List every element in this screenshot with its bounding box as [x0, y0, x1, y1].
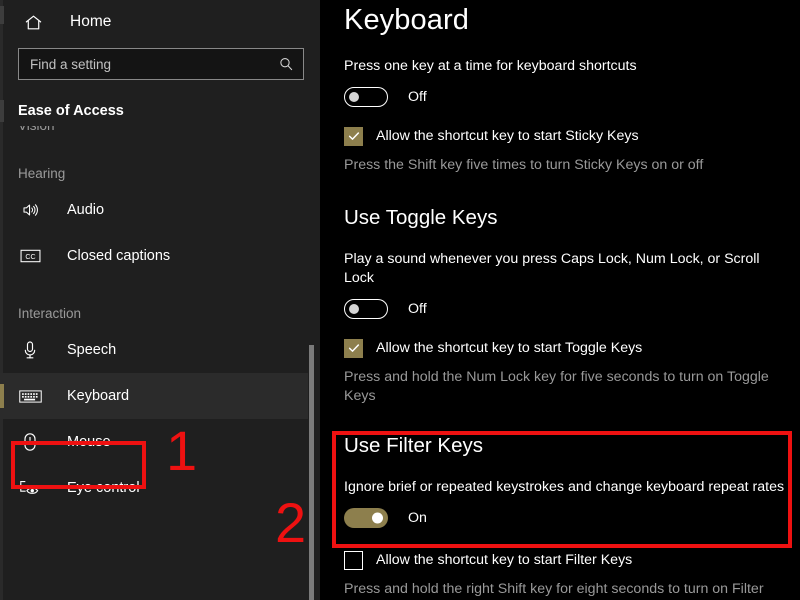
toggle-keys-toggle-row[interactable]: Off [344, 296, 792, 322]
sticky-keys-shortcut-label: Allow the shortcut key to start Sticky K… [376, 128, 639, 144]
sticky-keys-toggle[interactable] [344, 87, 388, 107]
toggle-keys-description: Play a sound whenever you press Caps Loc… [344, 251, 760, 286]
edge-marker-mid [0, 100, 4, 122]
sidebar-item-speech[interactable]: Speech [0, 327, 308, 373]
toggle-keys-shortcut-checkbox-row[interactable]: Allow the shortcut key to start Toggle K… [344, 336, 792, 360]
filter-keys-shortcut-label: Allow the shortcut key to start Filter K… [376, 552, 633, 568]
sidebar-item-label: Audio [67, 202, 105, 218]
sidebar-item-audio[interactable]: Audio [0, 187, 308, 233]
sidebar-item-mouse[interactable]: Mouse [0, 419, 308, 465]
sidebar-home-label: Home [70, 13, 112, 30]
selection-indicator [0, 384, 4, 408]
toggle-keys-shortcut-label: Allow the shortcut key to start Toggle K… [376, 340, 643, 356]
toggle-knob [372, 512, 383, 524]
page-title: Keyboard [344, 4, 469, 36]
sidebar-item-eye-control[interactable]: Eye control [0, 465, 308, 511]
toggle-keys-heading: Use Toggle Keys [344, 206, 498, 229]
filter-keys-hint: Press and hold the right Shift key for e… [344, 581, 764, 597]
sidebar: Home Ease of Access Vision Hearing [0, 0, 320, 600]
sticky-keys-toggle-row[interactable]: Off [344, 84, 792, 110]
sticky-keys-hint: Press the Shift key five times to turn S… [344, 157, 704, 173]
search-input[interactable] [19, 56, 273, 72]
sidebar-item-keyboard[interactable]: Keyboard [0, 373, 308, 419]
sticky-keys-shortcut-checkbox[interactable] [344, 126, 363, 146]
filter-keys-description: Ignore brief or repeated keystrokes and … [344, 479, 785, 495]
sidebar-item-label: Mouse [67, 434, 111, 450]
sidebar-item-label: Speech [67, 342, 117, 358]
toggle-keys-hint: Press and hold the Num Lock key for five… [344, 369, 769, 404]
filter-keys-shortcut-checkbox-row[interactable]: Allow the shortcut key to start Filter K… [344, 548, 792, 572]
sidebar-group-hearing: Hearing [18, 166, 66, 181]
toggle-knob [349, 304, 359, 314]
search-box[interactable] [18, 48, 304, 80]
speaker-icon [18, 199, 42, 221]
sticky-keys-toggle-state: Off [408, 89, 427, 105]
toggle-keys-toggle-state: Off [408, 301, 427, 317]
sticky-keys-shortcut-checkbox-row[interactable]: Allow the shortcut key to start Sticky K… [344, 124, 792, 148]
sidebar-scrollbar-thumb[interactable] [309, 345, 314, 600]
filter-keys-toggle-row[interactable]: On [344, 505, 792, 531]
filter-keys-heading: Use Filter Keys [344, 434, 483, 457]
sidebar-nav-list: Vision Hearing Audio [0, 126, 308, 600]
sidebar-item-label: Eye control [67, 480, 140, 496]
sidebar-category-title: Ease of Access [18, 103, 124, 119]
sidebar-item-label: Keyboard [67, 388, 130, 404]
search-icon[interactable] [273, 56, 299, 72]
svg-text:CC: CC [25, 254, 35, 261]
sidebar-item-label: Closed captions [67, 248, 171, 264]
sidebar-home-button[interactable]: Home [0, 0, 300, 44]
settings-window: Home Ease of Access Vision Hearing [0, 0, 800, 600]
toggle-keys-shortcut-checkbox[interactable] [344, 338, 363, 358]
mouse-icon [18, 431, 42, 453]
sidebar-group-interaction: Interaction [18, 306, 82, 321]
keyboard-icon [18, 385, 42, 407]
main-content: Keyboard Press one key at a time for key… [320, 0, 800, 600]
filter-keys-toggle[interactable] [344, 508, 388, 528]
sidebar-group-vision-partial: Vision [0, 126, 308, 139]
home-icon [22, 11, 44, 33]
filter-keys-toggle-state: On [408, 510, 427, 526]
sidebar-item-closed-captions[interactable]: CC Closed captions [0, 233, 308, 279]
eye-control-icon [18, 477, 42, 499]
toggle-knob [349, 92, 359, 102]
sticky-keys-description: Press one key at a time for keyboard sho… [344, 58, 637, 74]
microphone-icon [18, 339, 42, 361]
closed-captions-icon: CC [18, 245, 42, 267]
toggle-keys-toggle[interactable] [344, 299, 388, 319]
keyboard-settings-panel: Keyboard Press one key at a time for key… [320, 0, 800, 600]
filter-keys-shortcut-checkbox[interactable] [344, 550, 363, 570]
